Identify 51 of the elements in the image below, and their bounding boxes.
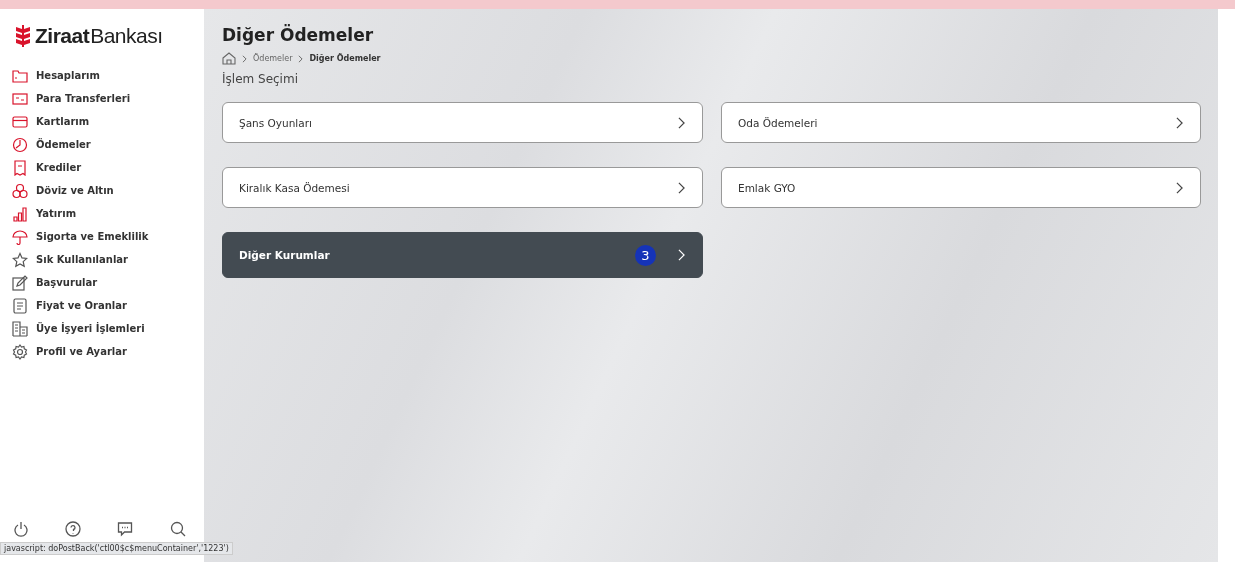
receipt-icon [12, 159, 28, 176]
sidebar-item[interactable]: Kartlarım [12, 112, 204, 131]
star-icon [12, 251, 28, 268]
sidebar-item[interactable]: Sigorta ve Emeklilik [12, 227, 204, 246]
option-card[interactable]: Oda Ödemeleri [721, 102, 1201, 143]
settings-icon [12, 343, 28, 360]
option-card[interactable]: Şans Oyunları [222, 102, 703, 143]
coins-icon [12, 182, 28, 199]
chat-icon[interactable] [117, 521, 134, 537]
chevron-right-icon [678, 116, 685, 129]
help-icon[interactable] [64, 521, 81, 537]
sidebar-item[interactable]: Sık Kullanılanlar [12, 250, 204, 269]
chevron-right-icon [298, 54, 304, 63]
sidebar-item[interactable]: Hesaplarım [12, 66, 204, 85]
chevron-right-icon [1176, 181, 1183, 194]
sidebar-item[interactable]: Para Transferleri [12, 89, 204, 108]
edit-icon [12, 274, 28, 291]
option-card[interactable]: Kiralık Kasa Ödemesi [222, 167, 703, 208]
chevron-right-icon [678, 181, 685, 194]
home-icon[interactable] [222, 52, 236, 65]
page-title: Diğer Ödemeler [222, 25, 375, 45]
status-bar-url: javascript: doPostBack('ctl00$c$menuContainer','1223') [0, 542, 233, 555]
document-icon [12, 297, 28, 314]
building-icon [12, 320, 28, 337]
sidebar-item[interactable]: Üye İşyeri İşlemleri [12, 319, 204, 338]
search-icon[interactable] [169, 521, 186, 537]
sidebar-item[interactable]: Krediler [12, 158, 204, 177]
sidebar-item[interactable]: Fiyat ve Oranlar [12, 296, 204, 315]
bank-logo-text: ZiraatBankası [35, 24, 163, 48]
breadcrumb-link[interactable]: Ödemeler [253, 54, 293, 63]
power-icon[interactable] [14, 521, 28, 537]
clock-icon [12, 136, 28, 153]
transfer-icon [12, 90, 28, 107]
folder-icon [12, 67, 28, 84]
chevron-right-icon [678, 249, 685, 261]
wheat-logo-icon [14, 24, 32, 48]
breadcrumb-link[interactable]: Diğer Ödemeler [309, 54, 381, 63]
sidebar-item[interactable]: Profil ve Ayarlar [12, 342, 204, 361]
step-badge: 3 [635, 244, 656, 266]
card-icon [12, 113, 28, 130]
sidebar-item[interactable]: Döviz ve Altın [12, 181, 204, 200]
bar-chart-icon [12, 205, 28, 222]
sidebar-item[interactable]: Başvurular [12, 273, 204, 292]
option-card[interactable]: Emlak GYO [721, 167, 1201, 208]
sidebar-item[interactable]: Yatırım [12, 204, 204, 223]
option-card[interactable]: Diğer Kurumlar 3 [222, 232, 703, 278]
sidebar-item[interactable]: Ödemeler [12, 135, 204, 154]
chevron-right-icon [1176, 116, 1183, 129]
umbrella-icon [12, 228, 28, 245]
section-heading: İşlem Seçimi [222, 72, 299, 86]
chevron-right-icon [242, 54, 247, 63]
